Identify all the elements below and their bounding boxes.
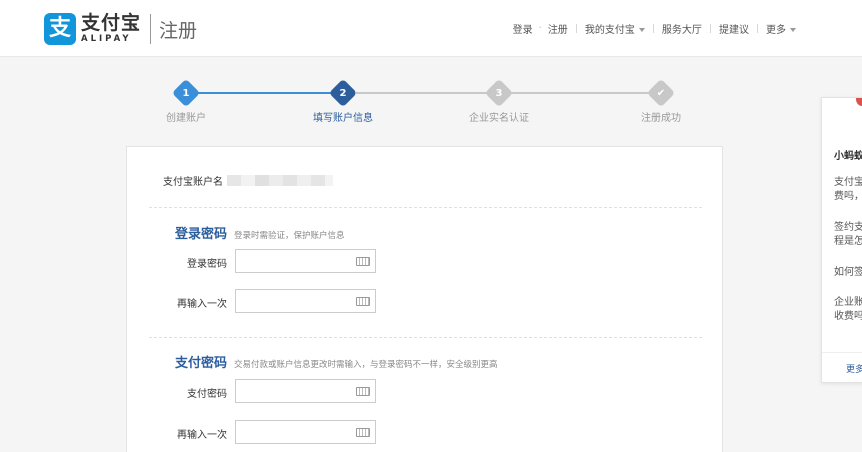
help-question-1-line1[interactable]: 支付宝 (834, 176, 862, 190)
step-line-2 (356, 92, 487, 94)
nav-suggest-link[interactable]: 提建议 (719, 21, 749, 36)
logo-text: 支付宝 ALIPAY (81, 14, 141, 44)
login-password-confirm-label: 再输入一次 (177, 299, 227, 310)
keyboard-icon[interactable] (356, 257, 370, 266)
pay-password-confirm-field[interactable] (235, 420, 376, 445)
nav-separator: | (651, 23, 655, 34)
step-1-label: 创建账户 (166, 113, 206, 124)
top-header: 支 支付宝 ALIPAY 注册 登录 · 注册 | 我的支付宝 | 服务大厅 |… (0, 0, 862, 57)
nav-separator: | (708, 23, 712, 34)
login-password-title: 登录密码 (175, 227, 228, 242)
nav-register-link[interactable]: 注册 (548, 21, 568, 36)
login-password-confirm-field[interactable] (235, 289, 376, 314)
alipay-logo-icon: 支 (44, 13, 76, 45)
login-password-section-title: 登录密码 登录时需验证，保护账户信息 (175, 223, 345, 242)
help-question-1-line2[interactable]: 费吗， (834, 190, 862, 204)
assistant-avatar-icon (856, 98, 862, 106)
pay-password-title: 支付密码 (175, 356, 228, 371)
step-2-label: 填写账户信息 (313, 113, 373, 124)
step-4-check-icon: ✔ (646, 78, 676, 108)
keyboard-icon[interactable] (356, 428, 370, 437)
pay-password-section-title: 支付密码 交易付款或账户信息更改时需输入，与登录密码不一样，安全级别更高 (175, 352, 498, 371)
chevron-down-icon (638, 28, 645, 32)
help-side-panel: 小蚂蚁 支付宝 费吗， 签约支 程是怎 如何签 企业账 收费吗 更多 (821, 97, 862, 383)
account-name-label: 支付宝账户名 (163, 177, 223, 188)
nav-separator: | (574, 23, 578, 34)
register-form-card: 支付宝账户名 登录密码 登录时需验证，保护账户信息 登录密码 再输入一次 支付密… (126, 146, 723, 452)
chevron-down-icon (790, 28, 796, 32)
pay-password-confirm-label: 再输入一次 (177, 430, 227, 441)
help-question-4-line1[interactable]: 企业账 (834, 296, 862, 310)
help-question-2-line2[interactable]: 程是怎 (834, 235, 862, 249)
nav-my-alipay-label: 我的支付宝 (584, 25, 635, 36)
help-panel-title: 小蚂蚁 (834, 151, 862, 162)
login-password-field[interactable] (235, 249, 376, 274)
page-title: 注册 (159, 19, 198, 42)
nav-service-hall-link[interactable]: 服务大厅 (662, 21, 702, 36)
help-question-3[interactable]: 如何签 (834, 266, 862, 280)
section-divider (149, 207, 702, 208)
logo-en: ALIPAY (81, 34, 132, 45)
step-line-3 (511, 92, 649, 94)
pay-password-label: 支付密码 (187, 389, 227, 400)
step-2-diamond-icon: 2 (328, 78, 358, 108)
login-password-confirm-input[interactable] (236, 291, 375, 314)
pay-password-hint: 交易付款或账户信息更改时需输入，与登录密码不一样，安全级别更高 (234, 360, 498, 370)
login-password-hint: 登录时需验证，保护账户信息 (234, 231, 345, 241)
help-more-link[interactable]: 更多 (846, 362, 862, 375)
registration-steps: 1 2 3 ✔ 创建账户 填写账户信息 企业实名认证 注册成功 (0, 78, 862, 128)
nav-dot-separator: · (538, 23, 542, 34)
step-line-1 (195, 92, 332, 94)
help-panel-divider (822, 352, 862, 353)
nav-login-link[interactable]: 登录 (513, 21, 533, 36)
alipay-logo[interactable]: 支 支付宝 ALIPAY 注册 (44, 13, 197, 45)
nav-more-menu[interactable]: 更多 (766, 21, 796, 36)
help-question-2-line1[interactable]: 签约支 (834, 221, 862, 235)
keyboard-icon[interactable] (356, 297, 370, 306)
pay-password-field[interactable] (235, 379, 376, 404)
section-divider (149, 337, 702, 338)
step-3-label: 企业实名认证 (469, 113, 529, 124)
step-3-diamond-icon: 3 (484, 78, 514, 108)
nav-separator: | (755, 23, 759, 34)
pay-password-confirm-input[interactable] (236, 422, 375, 445)
step-1-diamond-icon: 1 (171, 78, 201, 108)
top-nav: 登录 · 注册 | 我的支付宝 | 服务大厅 | 提建议 | 更多 (513, 21, 796, 36)
login-password-input[interactable] (236, 251, 375, 274)
nav-my-alipay-menu[interactable]: 我的支付宝 (585, 21, 645, 36)
nav-more-label: 更多 (766, 25, 786, 36)
account-name-masked (227, 175, 333, 186)
help-question-4-line2[interactable]: 收费吗 (834, 310, 862, 324)
logo-divider (150, 14, 152, 44)
login-password-label: 登录密码 (187, 259, 227, 270)
account-name-row: 支付宝账户名 (163, 173, 333, 188)
step-4-label: 注册成功 (641, 113, 681, 124)
keyboard-icon[interactable] (356, 387, 370, 396)
logo-cn: 支付宝 (81, 12, 142, 35)
pay-password-input[interactable] (236, 381, 375, 404)
